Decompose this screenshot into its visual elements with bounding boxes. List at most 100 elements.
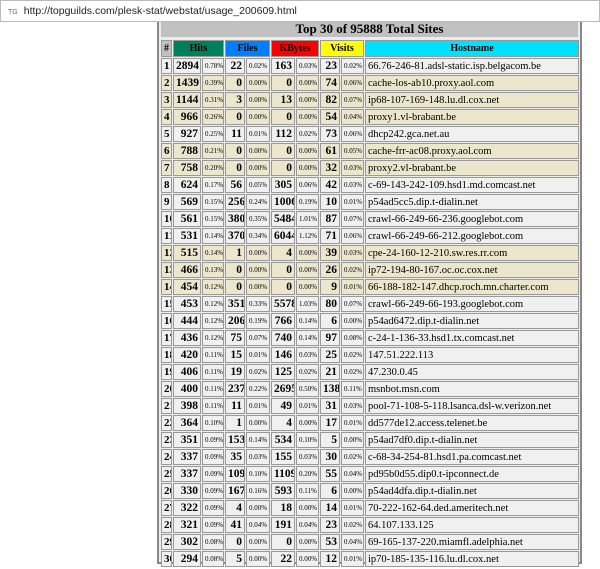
table-row: 5 927 0.25% 11 0.01% 112 0.02% 73 0.06% dhcp242.g… (161, 126, 579, 142)
hostname: pd95b0d55.dip0.t-ipconnect.de (365, 466, 579, 482)
hostname: cache-los-ab10.proxy.aol.com (365, 75, 579, 91)
hits-percent: 0.12% (202, 313, 224, 329)
hits-count: 2894 (173, 58, 201, 74)
hostname: crawl-66-249-66-212.googlebot.com (365, 228, 579, 244)
visits-count: 25 (320, 347, 341, 363)
files-percent: 0.00% (246, 534, 270, 550)
files-count: 11 (225, 398, 245, 414)
kbytes-percent: 0.01% (296, 398, 320, 414)
visits-percent: 0.05% (341, 143, 365, 159)
hostname: 47.230.0.45 (365, 364, 579, 380)
hostname: proxy1.vl-brabant.be (365, 109, 579, 125)
files-percent: 0.00% (246, 500, 270, 516)
visits-count: 138 (320, 381, 341, 397)
files-count: 19 (225, 364, 245, 380)
hostname: ip72-194-80-167.oc.oc.cox.net (365, 262, 579, 278)
visits-percent: 0.01% (341, 415, 365, 431)
row-number: 2 (161, 75, 172, 91)
kbytes-count: 4 (271, 245, 295, 261)
kbytes-percent: 0.06% (296, 177, 320, 193)
kbytes-percent: 0.00% (296, 109, 320, 125)
visits-count: 31 (320, 398, 341, 414)
files-percent: 0.00% (246, 109, 270, 125)
files-count: 4 (225, 500, 245, 516)
hits-count: 351 (173, 432, 201, 448)
address-bar[interactable]: TG http://topguilds.com/plesk-stat/websta… (0, 0, 600, 22)
visits-percent: 0.01% (341, 279, 365, 295)
visits-percent: 0.01% (341, 500, 365, 516)
kbytes-count: 1109 (271, 466, 295, 482)
kbytes-count: 4 (271, 415, 295, 431)
kbytes-percent: 0.02% (296, 364, 320, 380)
row-number: 28 (161, 517, 172, 533)
visits-count: 80 (320, 296, 341, 312)
visits-percent: 0.07% (341, 296, 365, 312)
table-row: 7 758 0.20% 0 0.00% 0 0.00% 32 0.03% proxy2.vl-br… (161, 160, 579, 176)
visits-percent: 0.08% (341, 330, 365, 346)
files-percent: 0.01% (246, 398, 270, 414)
kbytes-percent: 0.19% (296, 194, 320, 210)
hits-count: 436 (173, 330, 201, 346)
kbytes-count: 191 (271, 517, 295, 533)
visits-count: 23 (320, 517, 341, 533)
visits-percent: 0.00% (341, 432, 365, 448)
table-row: 263300.09%1670.16%5930.11%60.00%p54ad4df… (161, 483, 579, 499)
visits-percent: 0.00% (341, 313, 365, 329)
kbytes-percent: 0.00% (296, 245, 320, 261)
kbytes-count: 305 (271, 177, 295, 193)
table-row: 134660.13%00.00%00.00%260.02%ip72-194-80… (161, 262, 579, 278)
kbytes-count: 593 (271, 483, 295, 499)
table-row: 204000.11%2370.22%26950.50%1380.11%msnbo… (161, 381, 579, 397)
visits-count: 12 (320, 551, 341, 567)
visits-count: 32 (320, 160, 341, 176)
visits-percent: 0.03% (341, 160, 365, 176)
table-row: 184200.11%150.01%1460.03%250.02%147.51.2… (161, 347, 579, 363)
hits-percent: 0.11% (202, 364, 224, 380)
header-files[interactable]: Files (225, 40, 270, 57)
header-hits[interactable]: Hits (173, 40, 224, 57)
kbytes-percent: 0.14% (296, 313, 320, 329)
row-number: 27 (161, 500, 172, 516)
row-number: 17 (161, 330, 172, 346)
hits-percent: 0.11% (202, 381, 224, 397)
files-count: 0 (225, 160, 245, 176)
kbytes-percent: 0.00% (296, 262, 320, 278)
files-count: 0 (225, 534, 245, 550)
hits-count: 466 (173, 262, 201, 278)
files-count: 0 (225, 262, 245, 278)
files-count: 15 (225, 347, 245, 363)
table-row: 125150.14%10.00%40.00%390.03%cpe-24-160-… (161, 245, 579, 261)
header-hostname[interactable]: Hostname (365, 40, 579, 57)
header-visits[interactable]: Visits (320, 40, 365, 57)
files-count: 0 (225, 143, 245, 159)
kbytes-count: 766 (271, 313, 295, 329)
url-text[interactable]: http://topguilds.com/plesk-stat/webstat/… (24, 5, 297, 17)
visits-percent: 0.00% (341, 483, 365, 499)
hostname: proxy2.vl-brabant.be (365, 160, 579, 176)
kbytes-count: 6044 (271, 228, 295, 244)
hits-count: 330 (173, 483, 201, 499)
files-percent: 0.19% (246, 313, 270, 329)
files-percent: 0.35% (246, 211, 270, 227)
hits-count: 788 (173, 143, 201, 159)
hits-percent: 0.11% (202, 347, 224, 363)
hostname: p54ad6472.dip.t-dialin.net (365, 313, 579, 329)
visits-percent: 0.02% (341, 517, 365, 533)
hits-percent: 0.13% (202, 262, 224, 278)
hits-percent: 0.11% (202, 398, 224, 414)
files-percent: 0.00% (246, 279, 270, 295)
hostname: p54ad7df0.dip.t-dialin.net (365, 432, 579, 448)
table-row: 243370.09%350.03%1550.03%300.02%c-68-34-… (161, 449, 579, 465)
hits-percent: 0.12% (202, 279, 224, 295)
files-percent: 0.02% (246, 364, 270, 380)
hits-percent: 0.26% (202, 109, 224, 125)
kbytes-percent: 0.00% (296, 415, 320, 431)
kbytes-percent: 0.50% (296, 381, 320, 397)
row-number: 21 (161, 398, 172, 414)
table-row: 3 1144 0.31% 3 0.00% 13 0.00% 82 0.07% ip68-107-1… (161, 92, 579, 108)
hits-count: 400 (173, 381, 201, 397)
hits-count: 302 (173, 534, 201, 550)
header-kbytes[interactable]: KBytes (271, 40, 320, 57)
table-row: 115310.14%3700.34%60441.12%710.06%crawl-… (161, 228, 579, 244)
files-percent: 0.00% (246, 551, 270, 567)
